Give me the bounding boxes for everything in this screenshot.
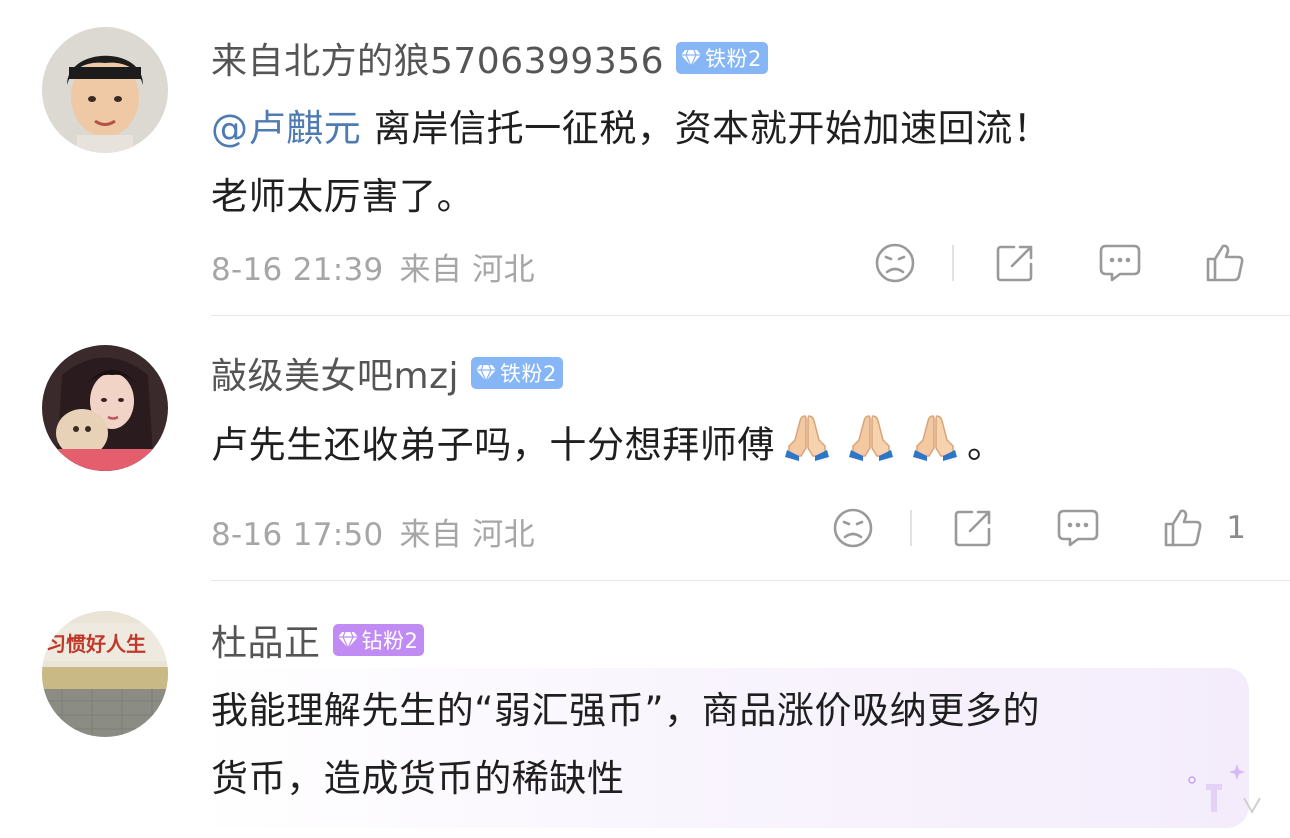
comment-text: 我能理解先生的“弱汇强币”，商品涨价吸纳更多的 货币，造成货币的稀缺性 [211, 677, 1040, 813]
like-button[interactable] [1204, 242, 1246, 284]
mention-link[interactable]: @卢麒元 [211, 107, 361, 150]
comment-line: 货币，造成货币的稀缺性 [211, 757, 625, 800]
like-icon [1164, 509, 1202, 547]
fan-badge-label: 铁粉2 [705, 47, 762, 71]
comment-suffix: 。 [967, 423, 1005, 467]
location: 来自 河北 [399, 517, 535, 553]
comment-text: @卢麒元 离岸信托一征税，资本就开始加速回流！ 老师太厉害了。 [211, 95, 1051, 231]
username-row: 敲级美女吧mzj 铁粉2 [211, 348, 563, 398]
dislike-button[interactable] [874, 242, 916, 284]
comment-line: 我能理解先生的“弱汇强币”，商品涨价吸纳更多的 [211, 689, 1041, 732]
username[interactable]: 敲级美女吧mzj [211, 347, 459, 399]
comment-item: 敲级美女吧mzj 铁粉2 卢先生还收弟子吗，十分想拜师傅 。 8-16 17:50… [0, 316, 1290, 580]
timestamp: 8-16 21:39 [211, 252, 384, 288]
comment-body: 卢先生还收弟子吗，十分想拜师傅 [211, 423, 775, 467]
share-icon [996, 245, 1033, 282]
comment-text: 卢先生还收弟子吗，十分想拜师傅 。 [211, 410, 1005, 484]
location: 来自 河北 [399, 252, 535, 288]
like-icon [1206, 244, 1244, 282]
comment-line: @卢麒元 离岸信托一征税，资本就开始加速回流！ [211, 95, 1051, 163]
share-button[interactable] [994, 242, 1036, 284]
like-count: 1 [1226, 510, 1246, 546]
avatar[interactable]: 习惯好人生 [42, 611, 168, 737]
username-row: 来自北方的狼5706399356 铁粉2 [211, 33, 768, 83]
sparkle-icon [1188, 764, 1261, 815]
folded-hands-emoji [845, 410, 897, 484]
share-icon [954, 510, 991, 547]
timestamp: 8-16 17:50 [211, 517, 384, 553]
diamond-icon [681, 49, 702, 67]
comment-line: 卢先生还收弟子吗，十分想拜师傅 。 [211, 410, 1005, 484]
action-bar: 1 [832, 505, 1246, 551]
username[interactable]: 来自北方的狼5706399356 [211, 32, 664, 84]
comment-button[interactable] [1056, 507, 1100, 549]
fan-badge[interactable]: 铁粉2 [676, 42, 768, 74]
comment-meta: 8-16 21:39 来自 河北 [211, 244, 535, 289]
dislike-icon [875, 243, 915, 283]
comment-meta: 8-16 17:50 来自 河北 [211, 509, 535, 554]
fan-badge-label: 铁粉2 [499, 362, 557, 386]
action-bar [874, 240, 1246, 286]
comment-body: 离岸信托一征税，资本就开始加速回流！ [361, 107, 1051, 150]
fan-badge[interactable]: 钻粉2 [332, 624, 425, 656]
comment-icon [1057, 509, 1099, 547]
fan-badge[interactable]: 铁粉2 [470, 357, 563, 389]
like-button[interactable]: 1 [1162, 507, 1246, 549]
action-divider [910, 510, 913, 546]
folded-hands-emoji [909, 410, 961, 484]
username[interactable]: 杜品正 [211, 614, 321, 666]
diamond-icon [337, 631, 358, 649]
share-button[interactable] [952, 507, 994, 549]
comment-line: 老师太厉害了。 [211, 175, 475, 218]
dislike-icon [833, 508, 873, 548]
fan-badge-label: 钻粉2 [361, 629, 419, 653]
username-row: 杜品正 钻粉2 [211, 614, 425, 666]
dislike-button[interactable] [832, 507, 874, 549]
comment-icon [1099, 244, 1141, 282]
watermark [1182, 760, 1272, 820]
comment-item: 习惯好人生 杜品正 钻粉2 我能理解先生的“弱汇强币”，商品涨价吸纳更多的 货币… [0, 581, 1290, 838]
avatar[interactable] [42, 345, 168, 471]
comment-item: 来自北方的狼5706399356 铁粉2 @卢麒元 离岸信托一征税，资本就开始加… [0, 0, 1290, 316]
folded-hands-emoji [781, 410, 833, 484]
comment-button[interactable] [1098, 242, 1142, 284]
avatar[interactable] [42, 27, 168, 153]
action-divider [952, 245, 954, 281]
avatar-wall-text: 习惯好人生 [46, 632, 146, 656]
diamond-icon [475, 364, 496, 382]
